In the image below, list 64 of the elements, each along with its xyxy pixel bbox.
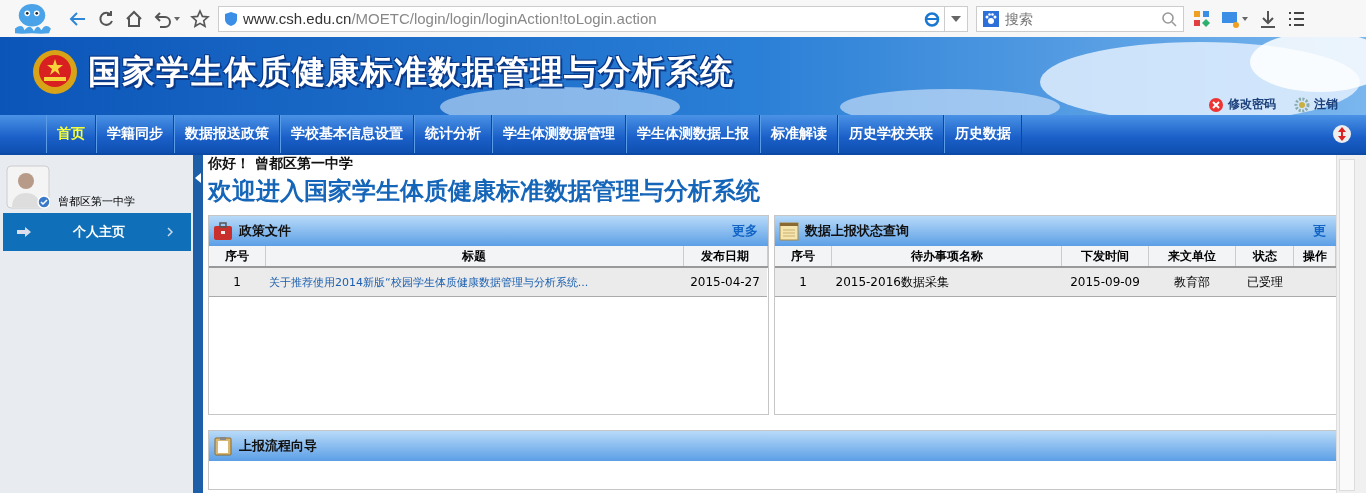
system-title: 国家学生体质健康标准数据管理与分析系统 <box>88 50 734 93</box>
column-header: 待办事项名称 <box>831 246 1062 267</box>
search-icon[interactable] <box>1161 10 1177 27</box>
splitter-handle[interactable] <box>193 155 203 493</box>
column-header: 序号 <box>774 246 832 267</box>
welcome-heading: 欢迎进入国家学生体质健康标准数据管理与分析系统 <box>208 176 761 207</box>
table-cell: 2015-04-27 <box>683 267 767 297</box>
nav-tab[interactable]: 数据报送政策 <box>174 115 280 153</box>
apps-icon[interactable] <box>1192 8 1212 29</box>
notepad-icon <box>778 221 799 241</box>
sidebar-item[interactable]: 个人主页 <box>3 213 191 251</box>
close-circle-icon <box>1208 96 1224 113</box>
table-cell: 2015-2016数据采集 <box>831 267 1062 297</box>
table-cell: 已受理 <box>1235 267 1294 297</box>
nav-tab[interactable]: 统计分析 <box>414 115 492 153</box>
briefcase-icon <box>213 221 233 241</box>
nav-tab[interactable]: 标准解读 <box>760 115 838 153</box>
column-header: 操作 <box>1293 246 1336 267</box>
logout-link[interactable]: 注销 <box>1294 96 1338 113</box>
nav-tab[interactable]: 学生体测数据上报 <box>626 115 760 153</box>
clipboard-icon <box>213 436 233 456</box>
search-input[interactable]: 搜索 <box>1003 9 1157 28</box>
emblem-icon <box>30 47 80 97</box>
table-cell: 2015-09-09 <box>1061 267 1149 297</box>
nav-tab[interactable]: 学籍同步 <box>96 115 174 153</box>
nav-tab[interactable]: 首页 <box>46 115 96 153</box>
panel-title: 数据上报状态查询 <box>804 222 909 240</box>
refresh-icon[interactable] <box>96 8 116 29</box>
column-header: 发布日期 <box>683 246 767 267</box>
column-header: 标题 <box>265 246 683 267</box>
more-link[interactable]: 更 <box>1313 222 1326 240</box>
paw-icon[interactable] <box>983 10 999 27</box>
arrow-icon <box>17 227 31 237</box>
column-header: 序号 <box>209 246 265 267</box>
avatar-icon <box>6 165 50 209</box>
chevron-icon <box>167 227 173 237</box>
scrollbar[interactable] <box>1336 155 1366 493</box>
document-link[interactable]: 关于推荐使用2014新版“校园学生体质健康数据管理与分析系统... <box>265 267 683 297</box>
table-cell: 1 <box>209 267 265 297</box>
more-link[interactable]: 更多 <box>731 222 758 240</box>
change-password-link[interactable]: 修改密码 <box>1208 96 1276 113</box>
home-icon[interactable] <box>124 8 144 29</box>
nav-tab[interactable]: 历史学校关联 <box>838 115 944 153</box>
panel-title: 上报流程向导 <box>239 437 317 455</box>
star-icon[interactable] <box>190 8 210 29</box>
table-cell: 1 <box>774 267 832 297</box>
panel-title: 政策文件 <box>239 222 291 240</box>
collapse-icon[interactable] <box>195 173 201 183</box>
search-field[interactable]: 搜索 <box>976 5 1184 32</box>
address-bar[interactable]: www.csh.edu.cn/MOETC/login/login/loginAction!toLogin.action <box>218 5 968 32</box>
nav-tab[interactable]: 历史数据 <box>944 115 1022 153</box>
nav-tab[interactable]: 学校基本信息设置 <box>280 115 414 153</box>
column-header: 状态 <box>1235 246 1294 267</box>
caret-icon <box>951 15 961 22</box>
table-cell: 教育部 <box>1148 267 1236 297</box>
user-name: 曾都区第一中学 <box>58 194 135 209</box>
download-icon[interactable] <box>1258 8 1278 29</box>
shield-icon <box>223 10 239 27</box>
gear-icon <box>1294 96 1310 113</box>
scrollbar-thumb[interactable] <box>1339 159 1355 491</box>
nav-tab[interactable]: 学生体测数据管理 <box>492 115 626 153</box>
column-header: 来文单位 <box>1148 246 1236 267</box>
column-header: 下发时间 <box>1061 246 1149 267</box>
greeting-text: 你好！ 曾都区第一中学 <box>208 155 354 173</box>
